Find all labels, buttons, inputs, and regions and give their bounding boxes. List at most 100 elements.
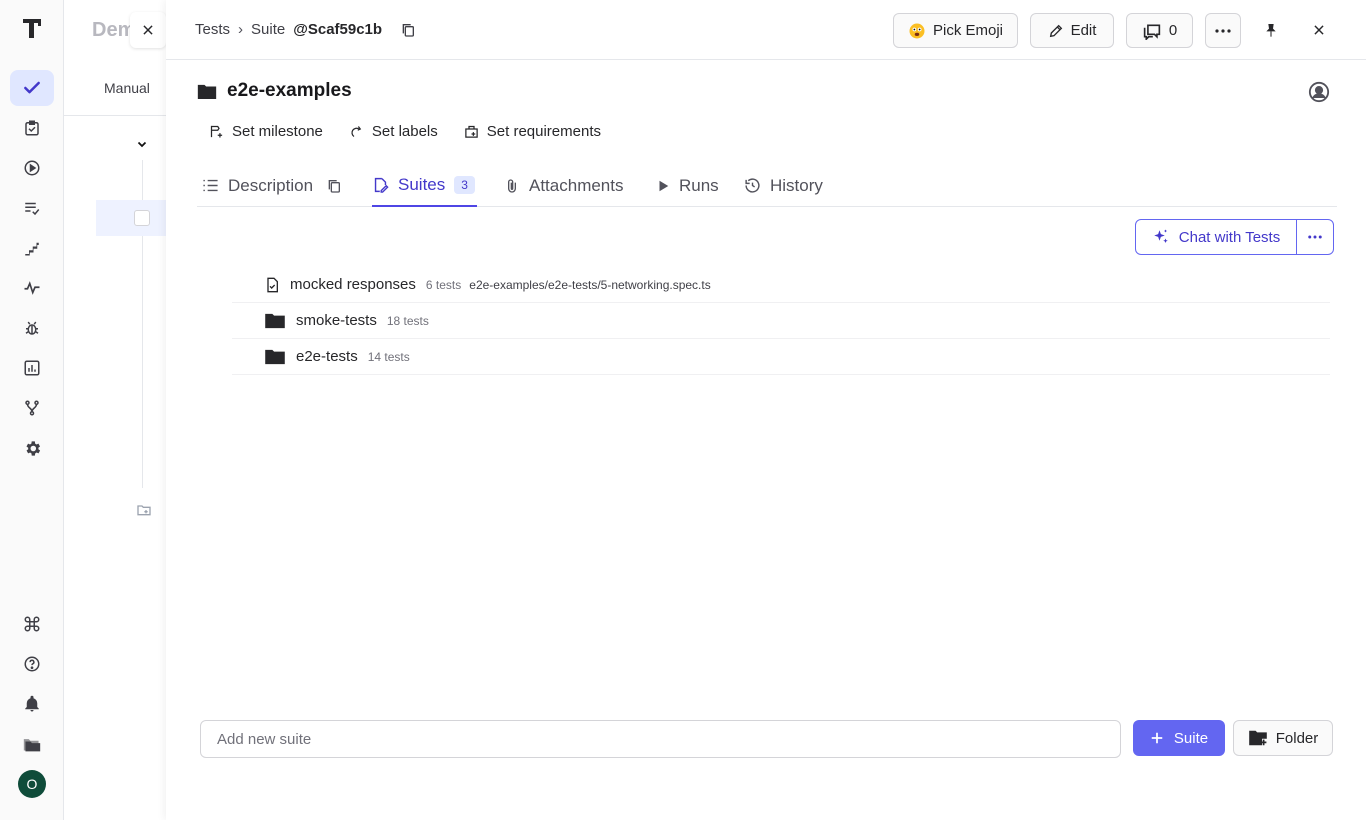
branch-icon xyxy=(25,400,39,416)
check-icon xyxy=(24,81,40,94)
tests-nav-button[interactable] xyxy=(10,70,54,106)
background-page: Dem Manual xyxy=(64,0,174,820)
tab-attachments[interactable]: Attachments xyxy=(504,164,624,207)
file-edit-icon xyxy=(374,177,389,193)
add-suite-input[interactable] xyxy=(200,720,1121,758)
more-options-button[interactable] xyxy=(1205,13,1241,48)
tab-suites[interactable]: Suites 3 xyxy=(372,164,477,207)
list-item[interactable]: e2e-tests 14 tests xyxy=(232,339,1330,375)
pulse-nav-button[interactable] xyxy=(10,270,54,306)
row-checkbox[interactable] xyxy=(134,210,150,226)
set-requirements-button[interactable]: Set requirements xyxy=(464,123,601,140)
new-folder-icon[interactable] xyxy=(136,502,152,518)
more-horizontal-icon xyxy=(1215,28,1231,33)
comments-button[interactable]: 0 xyxy=(1126,13,1193,48)
defects-nav-button[interactable] xyxy=(10,310,54,346)
suite-id: @Scaf59c1b xyxy=(293,21,383,38)
branches-nav-button[interactable] xyxy=(10,390,54,426)
add-folder-button[interactable]: Folder xyxy=(1233,720,1333,756)
sparkle-icon xyxy=(1154,229,1168,243)
list-icon xyxy=(203,179,218,192)
projects-button[interactable] xyxy=(10,726,54,762)
tab-runs[interactable]: Runs xyxy=(656,164,719,207)
folder-icon xyxy=(197,84,217,99)
pick-emoji-button[interactable]: Pick Emoji xyxy=(893,13,1018,48)
notifications-button[interactable] xyxy=(10,686,54,722)
gear-icon xyxy=(25,440,40,456)
meta-actions: Set milestone Set labels Set requirement… xyxy=(209,123,601,140)
divider xyxy=(64,115,174,116)
copy-icon[interactable] xyxy=(400,22,416,38)
runs-nav-button[interactable] xyxy=(10,150,54,186)
test-count: 18 tests xyxy=(386,313,429,328)
analytics-nav-button[interactable] xyxy=(10,350,54,386)
file-check-icon xyxy=(267,277,278,292)
command-icon xyxy=(24,616,40,632)
breadcrumb-separator: › xyxy=(238,21,244,38)
tab-history[interactable]: History xyxy=(744,164,823,207)
set-labels-button[interactable]: Set labels xyxy=(349,123,438,140)
checklist-nav-button[interactable] xyxy=(10,190,54,226)
assignee-icon[interactable] xyxy=(1308,81,1330,103)
close-background-button[interactable] xyxy=(130,12,166,48)
folder-plus-icon xyxy=(1248,730,1267,746)
paperclip-icon xyxy=(508,178,516,193)
tab-bar: Description Suites 3 Attachments Runs Hi… xyxy=(197,164,1337,207)
play-circle-icon xyxy=(24,160,40,176)
settings-nav-button[interactable] xyxy=(10,430,54,466)
suite-name: mocked responses xyxy=(290,276,416,293)
steps-icon xyxy=(25,242,39,256)
milestone-icon xyxy=(210,125,223,138)
manual-tab[interactable]: Manual xyxy=(104,80,150,96)
suite-title[interactable]: e2e-examples xyxy=(227,80,352,102)
command-palette-button[interactable] xyxy=(10,606,54,642)
analytics-icon xyxy=(24,360,40,376)
set-milestone-button[interactable]: Set milestone xyxy=(209,123,323,140)
help-icon xyxy=(24,656,40,672)
project-title: Dem xyxy=(92,19,136,41)
projects-icon xyxy=(23,739,41,752)
edit-button[interactable]: Edit xyxy=(1030,13,1114,48)
tab-description[interactable]: Description xyxy=(202,164,342,207)
close-icon xyxy=(143,25,153,35)
app-logo-icon[interactable] xyxy=(20,16,44,40)
steps-nav-button[interactable] xyxy=(10,230,54,266)
list-item[interactable]: smoke-tests 18 tests xyxy=(232,303,1330,339)
chevron-down-icon[interactable] xyxy=(136,138,148,150)
list-item[interactable]: mocked responses 6 tests e2e-examples/e2… xyxy=(232,267,1330,303)
suites-list: mocked responses 6 tests e2e-examples/e2… xyxy=(232,267,1330,375)
pin-button[interactable] xyxy=(1259,18,1283,42)
left-nav-rail: O xyxy=(0,0,64,820)
user-avatar[interactable]: O xyxy=(18,770,46,798)
plans-nav-button[interactable] xyxy=(10,110,54,146)
emoji-icon xyxy=(909,23,925,38)
breadcrumb-tests-link[interactable]: Tests xyxy=(195,21,230,38)
close-panel-button[interactable] xyxy=(1307,18,1331,42)
plus-icon xyxy=(1151,732,1163,744)
pulse-icon xyxy=(24,281,40,295)
bell-icon xyxy=(25,695,39,712)
suite-detail-panel: Tests › Suite @Scaf59c1b Pick Emoji Edit… xyxy=(166,0,1366,820)
file-path: e2e-examples/e2e-tests/5-networking.spec… xyxy=(469,277,711,292)
help-button[interactable] xyxy=(10,646,54,682)
label-icon xyxy=(351,126,362,138)
panel-header: Tests › Suite @Scaf59c1b Pick Emoji Edit… xyxy=(166,0,1366,60)
clipboard-check-icon xyxy=(25,120,39,136)
chat-more-button[interactable] xyxy=(1297,220,1333,254)
comments-icon xyxy=(1143,23,1161,40)
chat-button-group: Chat with Tests xyxy=(1135,219,1334,255)
copy-icon[interactable] xyxy=(326,178,342,194)
folder-icon xyxy=(265,313,285,328)
breadcrumb: Tests › Suite @Scaf59c1b xyxy=(195,21,416,38)
list-check-icon xyxy=(25,202,40,216)
more-horizontal-icon xyxy=(1308,235,1322,239)
close-icon xyxy=(1314,25,1324,35)
suites-count-badge: 3 xyxy=(454,175,475,194)
chat-with-tests-button[interactable]: Chat with Tests xyxy=(1136,220,1297,254)
test-count: 6 tests xyxy=(425,277,462,292)
history-icon xyxy=(745,178,760,193)
breadcrumb-suite-label: Suite xyxy=(251,21,286,38)
add-suite-button[interactable]: Suite xyxy=(1133,720,1225,756)
test-count: 14 tests xyxy=(367,349,410,364)
suite-name: e2e-tests xyxy=(296,348,358,365)
